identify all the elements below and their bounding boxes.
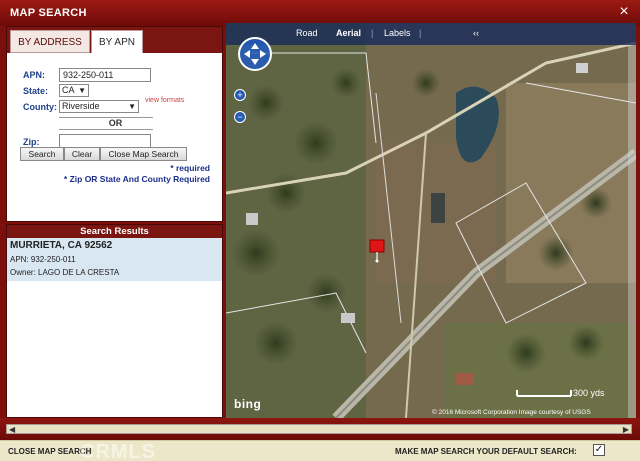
window-title: MAP SEARCH bbox=[10, 7, 87, 19]
close-map-search-link[interactable]: CLOSE MAP SEARCH bbox=[8, 447, 91, 456]
search-results-panel: Search Results MURRIETA, CA 92562 APN: 9… bbox=[6, 224, 223, 418]
state-label: State: bbox=[23, 86, 49, 96]
toolbar-separator: | bbox=[419, 28, 422, 38]
zip-input[interactable] bbox=[59, 134, 151, 148]
scale-label: 300 yds bbox=[573, 388, 605, 398]
apn-label: APN: bbox=[23, 70, 45, 80]
map-view-aerial[interactable]: Aerial bbox=[336, 28, 361, 38]
chevron-down-icon: ▼ bbox=[78, 86, 86, 95]
divider bbox=[59, 129, 153, 130]
or-label: OR bbox=[108, 118, 123, 128]
scale-bar bbox=[516, 390, 572, 397]
close-map-search-button[interactable]: Close Map Search bbox=[100, 147, 187, 161]
search-form: BY ADDRESS BY APN APN: State: CA ▼ Count… bbox=[6, 26, 223, 222]
apn-input[interactable] bbox=[59, 68, 151, 82]
default-search-label: MAKE MAP SEARCH YOUR DEFAULT SEARCH: bbox=[395, 447, 577, 456]
horizontal-scrollbar-bar: ◀ ▶ bbox=[0, 418, 640, 440]
scroll-left-icon[interactable]: ◀ bbox=[9, 425, 15, 435]
result-apn: APN: 932-250-011 bbox=[10, 255, 76, 264]
view-formats-link[interactable]: view formats bbox=[145, 97, 184, 104]
zip-label: Zip: bbox=[23, 137, 40, 147]
default-search-checkbox[interactable]: ✓ bbox=[593, 444, 605, 456]
watermark: CRMLS bbox=[80, 441, 157, 461]
county-select[interactable]: Riverside ▼ bbox=[59, 100, 139, 113]
map-view[interactable]: Road Aerial | Labels | ‹‹ + − 300 yds bi… bbox=[226, 23, 636, 418]
toolbar-separator: | bbox=[371, 28, 374, 38]
horizontal-scrollbar[interactable]: ◀ ▶ bbox=[6, 424, 632, 434]
map-pin-icon[interactable] bbox=[369, 239, 385, 268]
zip-requirement-note: * Zip OR State And County Required bbox=[63, 174, 210, 184]
result-owner: Owner: LAGO DE LA CRESTA bbox=[10, 268, 120, 277]
compass-arrows bbox=[244, 43, 266, 65]
tab-by-address[interactable]: BY ADDRESS bbox=[10, 30, 90, 53]
pin-shape bbox=[369, 239, 385, 263]
chevron-down-icon: ▼ bbox=[128, 102, 136, 111]
results-header: Search Results bbox=[7, 225, 222, 238]
county-label: County: bbox=[23, 102, 57, 112]
map-view-road[interactable]: Road bbox=[296, 28, 318, 38]
collapse-toolbar-icon[interactable]: ‹‹ bbox=[473, 28, 479, 38]
tab-by-apn[interactable]: BY APN bbox=[91, 30, 143, 53]
footer-bar: CLOSE MAP SEARCH CRMLS MAKE MAP SEARCH Y… bbox=[0, 440, 640, 461]
left-panel: BY ADDRESS BY APN APN: State: CA ▼ Count… bbox=[4, 26, 225, 418]
close-icon[interactable]: × bbox=[616, 4, 632, 20]
bing-logo: bing bbox=[234, 397, 262, 411]
map-view-labels[interactable]: Labels bbox=[384, 28, 411, 38]
required-note: * required bbox=[170, 163, 210, 173]
search-tabs: BY ADDRESS BY APN bbox=[7, 27, 222, 53]
map-scrollbar[interactable] bbox=[628, 45, 636, 418]
scroll-right-icon[interactable]: ▶ bbox=[623, 425, 629, 435]
zoom-out-icon[interactable]: − bbox=[234, 111, 246, 123]
search-button[interactable]: Search bbox=[20, 147, 64, 161]
county-value: Riverside bbox=[62, 101, 100, 111]
result-city: MURRIETA, CA 92562 bbox=[10, 240, 113, 251]
state-value: CA bbox=[62, 85, 75, 95]
state-select[interactable]: CA ▼ bbox=[59, 84, 89, 97]
aerial-imagery bbox=[226, 23, 636, 418]
zoom-in-icon[interactable]: + bbox=[234, 89, 246, 101]
clear-button[interactable]: Clear bbox=[64, 147, 100, 161]
compass-icon[interactable] bbox=[238, 37, 272, 71]
list-item[interactable]: MURRIETA, CA 92562 APN: 932-250-011 Owne… bbox=[7, 238, 222, 281]
map-toolbar: Road Aerial | Labels | ‹‹ bbox=[226, 23, 636, 45]
map-copyright: © 2016 Microsoft Corporation Image court… bbox=[432, 409, 591, 416]
